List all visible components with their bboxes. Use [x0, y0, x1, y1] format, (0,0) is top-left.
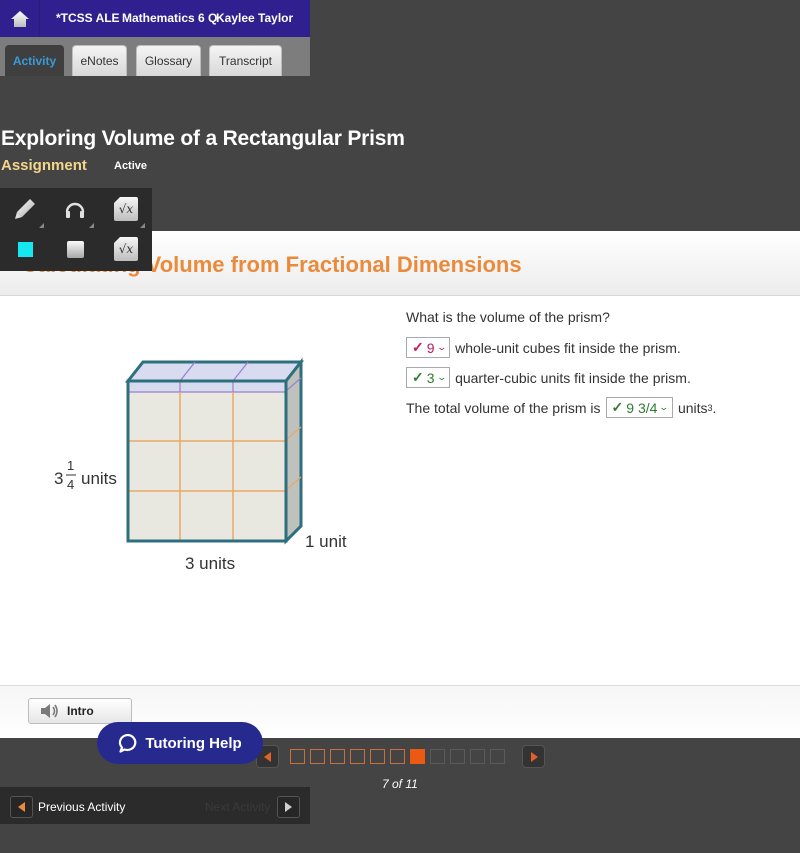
top-bar: *TCSS ALE Mathematics 6 Q Kaylee Taylor: [0, 0, 310, 37]
dropdown-value: 9 3/4: [626, 399, 658, 416]
prism-figure: 3 1 4 units 3 units 1 unit: [54, 357, 347, 573]
prism-front-face: [128, 381, 286, 541]
page-dot[interactable]: [390, 749, 405, 764]
check-icon: ✓: [412, 339, 424, 355]
activity-status: Active: [114, 160, 148, 172]
depth-label: 1 unit: [305, 532, 347, 551]
page: *TCSS ALE Mathematics 6 Q Kaylee Taylor …: [0, 0, 800, 853]
total-volume-dropdown[interactable]: ✓ 9 3/4 ⌄: [605, 397, 673, 418]
activity-title: Exploring Volume of a Rectangular Prism: [1, 127, 405, 150]
math-formula-icon: √x: [114, 197, 138, 221]
home-icon: [10, 10, 29, 27]
pencil-icon: [15, 199, 35, 219]
page-dot[interactable]: [290, 749, 305, 764]
highlight-color-icon: [17, 241, 33, 257]
arrow-right-icon: [285, 802, 292, 812]
quarter-units-dropdown[interactable]: ✓ 3 ⌄: [406, 367, 451, 388]
speaker-icon: [41, 704, 58, 718]
highlight-color-tool[interactable]: [10, 234, 40, 264]
page-dot[interactable]: [470, 749, 485, 764]
tab-enotes[interactable]: eNotes: [72, 45, 127, 76]
tab-bar: Activity eNotes Glossary Transcript: [0, 37, 310, 76]
height-label-denominator: 4: [67, 477, 74, 492]
math-tool[interactable]: √x: [111, 194, 145, 228]
chevron-down-icon: ⌄: [436, 342, 447, 352]
page-dots: [290, 749, 510, 764]
check-icon: ✓: [412, 369, 424, 385]
answer-text: quarter-cubic units fit inside the prism…: [455, 369, 691, 386]
student-name: Kaylee Taylor: [216, 11, 294, 25]
previous-activity-button[interactable]: [10, 796, 33, 818]
intro-audio-button[interactable]: Intro: [28, 698, 132, 724]
dropdown-value: 3: [426, 369, 435, 386]
activity-navigation: Previous Activity Next Activity: [0, 787, 310, 824]
period: .: [712, 399, 717, 416]
answer-text: whole-unit cubes fit inside the prism.: [455, 339, 681, 356]
page-dot[interactable]: [350, 749, 365, 764]
text-to-speech-tool[interactable]: [60, 194, 94, 228]
eraser-tool[interactable]: [60, 234, 90, 264]
submenu-indicator: [89, 223, 94, 228]
page-dot[interactable]: [370, 749, 385, 764]
home-button[interactable]: [0, 0, 40, 37]
chevron-down-icon: ⌄: [436, 372, 447, 382]
previous-activity-label[interactable]: Previous Activity: [38, 800, 125, 814]
answer-line-3: The total volume of the prism is ✓ 9 3/4…: [406, 397, 716, 418]
tab-activity[interactable]: Activity: [5, 45, 64, 76]
submenu-indicator: [39, 223, 44, 228]
arrow-left-icon: [18, 802, 25, 812]
tool-palette: √x √x: [0, 188, 152, 271]
check-icon: ✓: [611, 399, 624, 415]
dropdown-value: 9: [426, 339, 435, 356]
page-dot[interactable]: [450, 749, 465, 764]
page-dot[interactable]: [430, 749, 445, 764]
chat-bubble-icon: [119, 733, 137, 753]
page-count: 7 of 11: [382, 777, 418, 791]
next-activity-button[interactable]: [277, 796, 300, 818]
course-title-part: Mathematics 6 Q: [122, 11, 218, 25]
next-page-button[interactable]: [522, 745, 545, 768]
question-prompt: What is the volume of the prism?: [406, 309, 610, 325]
tab-transcript[interactable]: Transcript: [209, 45, 282, 76]
math-tool-2[interactable]: √x: [111, 234, 141, 264]
width-label: 3 units: [185, 554, 235, 573]
whole-cubes-dropdown[interactable]: ✓ 9 ⌄: [406, 337, 451, 358]
height-label-whole: 3: [54, 469, 63, 488]
page-dot-current[interactable]: [410, 749, 425, 764]
prism-top-face: [124, 360, 305, 383]
eraser-square-icon: [66, 240, 84, 258]
activity-type-label: Assignment: [1, 157, 87, 174]
tutoring-help-button[interactable]: Tutoring Help: [97, 722, 263, 764]
answer-line-2: ✓ 3 ⌄ quarter-cubic units fit inside the…: [406, 367, 691, 388]
next-activity-label: Next Activity: [205, 800, 271, 814]
page-dot[interactable]: [490, 749, 505, 764]
chevron-down-icon: ⌄: [658, 402, 670, 412]
answer-line-1: ✓ 9 ⌄ whole-unit cubes fit inside the pr…: [406, 337, 681, 358]
page-dot[interactable]: [310, 749, 325, 764]
pencil-tool[interactable]: [10, 194, 44, 228]
tutoring-help-label: Tutoring Help: [145, 734, 242, 752]
headphones-icon: [65, 202, 85, 218]
height-label-unit: units: [81, 469, 117, 488]
tab-glossary[interactable]: Glossary: [136, 45, 201, 76]
arrow-left-icon: [263, 751, 271, 762]
page-dot[interactable]: [330, 749, 345, 764]
submenu-indicator: [140, 223, 145, 228]
course-title-part: *TCSS ALE: [56, 11, 120, 25]
answer-prefix: The total volume of the prism is: [406, 399, 601, 416]
intro-label: Intro: [67, 704, 94, 718]
math-formula-icon: √x: [114, 237, 138, 261]
height-label-numerator: 1: [67, 458, 74, 473]
prism-front-top-strip: [128, 381, 286, 392]
answer-suffix: units: [677, 399, 708, 416]
arrow-right-icon: [530, 751, 538, 762]
